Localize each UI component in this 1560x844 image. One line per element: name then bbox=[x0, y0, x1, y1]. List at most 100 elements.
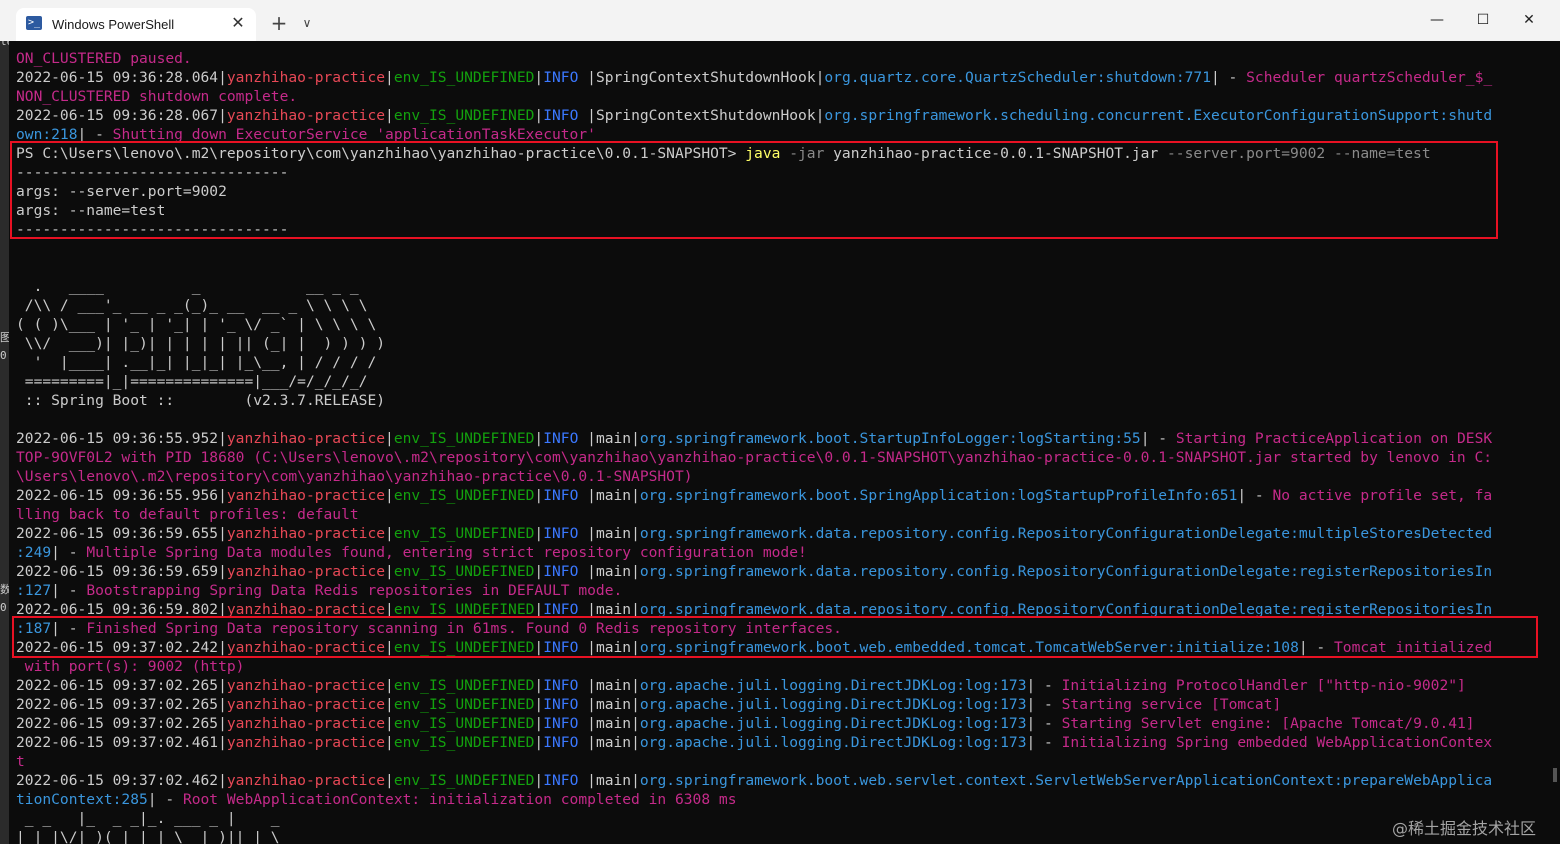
terminal-text: |main| bbox=[578, 525, 640, 542]
terminal-text: org.apache.juli.logging.DirectJDKLog:log… bbox=[639, 696, 1027, 713]
terminal-text: org.springframework.boot.StartupInfoLogg… bbox=[639, 430, 1141, 447]
terminal-text: | bbox=[385, 715, 394, 732]
terminal-text: Initializing Spring embedded WebApplicat… bbox=[1061, 734, 1493, 751]
terminal-text: env_IS_UNDEFINED bbox=[393, 69, 535, 86]
edge-text: 数 bbox=[0, 583, 9, 596]
terminal-line: 2022-06-15 09:37:02.462|yanzhihao-practi… bbox=[16, 771, 1536, 790]
terminal-text: yanzhihao-practice bbox=[226, 696, 386, 713]
terminal-text: |main| bbox=[578, 677, 640, 694]
edge-text: 图 bbox=[0, 331, 9, 344]
tab-windows-powershell[interactable]: >_ Windows PowerShell ✕ bbox=[16, 8, 256, 41]
terminal-line: 2022-06-15 09:37:02.461|yanzhihao-practi… bbox=[16, 733, 1536, 752]
terminal-text: 2022-06-15 09:36:28.064| bbox=[16, 69, 227, 86]
terminal-line: 2022-06-15 09:36:55.952|yanzhihao-practi… bbox=[16, 429, 1536, 448]
terminal-text: | bbox=[534, 696, 544, 713]
background-window-edge: le 图 0 数 0 bbox=[0, 41, 9, 844]
terminal-line: ON_CLUSTERED paused. bbox=[16, 49, 1536, 68]
terminal-text: INFO bbox=[543, 696, 579, 713]
terminal-text: | bbox=[385, 734, 394, 751]
terminal-text: | - bbox=[1026, 696, 1062, 713]
terminal-text: | bbox=[534, 734, 544, 751]
terminal-text: | bbox=[534, 715, 544, 732]
chevron-down-icon[interactable]: ∨ bbox=[298, 12, 316, 34]
new-tab-button[interactable]: + bbox=[268, 12, 290, 34]
edge-text: le bbox=[0, 41, 9, 48]
terminal-text: env_IS_UNDEFINED bbox=[393, 487, 535, 504]
terminal-text: org.quartz.core.QuartzScheduler:shutdown… bbox=[824, 69, 1211, 86]
terminal-line: /\\ / ___'_ __ _ _(_)_ __ __ _ \ \ \ \ bbox=[16, 296, 1536, 315]
terminal-line: 2022-06-15 09:36:28.064|yanzhihao-practi… bbox=[16, 68, 1536, 87]
terminal-text: INFO bbox=[543, 677, 579, 694]
terminal-text: yanzhihao-practice bbox=[226, 563, 386, 580]
terminal-line: TOP-9OVF0L2 with PID 18680 (C:\Users\len… bbox=[16, 448, 1536, 467]
terminal-text: | bbox=[534, 525, 544, 542]
terminal-text: env_IS_UNDEFINED bbox=[393, 563, 535, 580]
terminal-text: /\\ / ___'_ __ _ _(_)_ __ __ _ \ \ \ \ bbox=[16, 297, 368, 314]
terminal-text: |SpringContextShutdownHook| bbox=[578, 107, 825, 124]
terminal-line: =========|_|==============|___/=/_/_/_/ bbox=[16, 372, 1536, 391]
terminal-text: env_IS_UNDEFINED bbox=[393, 772, 535, 789]
right-edge bbox=[1551, 41, 1560, 844]
terminal-text: org.apache.juli.logging.DirectJDKLog:log… bbox=[639, 734, 1027, 751]
terminal-text: Starting PracticeApplication on DESK bbox=[1175, 430, 1493, 447]
terminal-text: INFO bbox=[543, 772, 579, 789]
terminal-text: \\/ ___)| |_)| | | | | || (_| | ) ) ) ) bbox=[16, 335, 386, 352]
scrollbar-thumb[interactable] bbox=[1553, 768, 1557, 782]
terminal-text: lling back to default profiles: default bbox=[16, 506, 359, 523]
terminal-text: INFO bbox=[543, 487, 579, 504]
terminal-line: ( ( )\___ | '_ | '_| | '_ \/ _` | \ \ \ … bbox=[16, 315, 1536, 334]
highlight-box-tomcat-port bbox=[12, 616, 1538, 658]
terminal-text: | bbox=[534, 677, 544, 694]
close-tab-icon[interactable]: ✕ bbox=[228, 13, 248, 33]
terminal-text: org.springframework.data.repository.conf… bbox=[639, 563, 1493, 580]
terminal-text: ON_CLUSTERED paused. bbox=[16, 50, 192, 67]
terminal-text: yanzhihao-practice bbox=[226, 734, 386, 751]
minimize-button[interactable]: — bbox=[1414, 0, 1460, 41]
terminal-text: org.springframework.data.repository.conf… bbox=[639, 525, 1493, 542]
terminal-text: | bbox=[385, 677, 394, 694]
terminal-text: | bbox=[385, 107, 394, 124]
terminal-text: env_IS_UNDEFINED bbox=[393, 430, 535, 447]
title-bar: >_ Windows PowerShell ✕ + ∨ — ☐ ✕ bbox=[0, 0, 1560, 41]
terminal-text: |main| bbox=[578, 696, 640, 713]
terminal-text: | bbox=[534, 487, 544, 504]
close-window-button[interactable]: ✕ bbox=[1506, 0, 1552, 41]
terminal-text: :: Spring Boot :: (v2.3.7.RELEASE) bbox=[16, 392, 386, 409]
terminal-text: INFO bbox=[543, 430, 579, 447]
terminal-line: tionContext:285| - Root WebApplicationCo… bbox=[16, 790, 1536, 809]
terminal-text: | bbox=[385, 563, 394, 580]
terminal-line: 2022-06-15 09:36:28.067|yanzhihao-practi… bbox=[16, 106, 1536, 125]
terminal-text: :127 bbox=[16, 582, 52, 599]
terminal-text: |main| bbox=[578, 772, 640, 789]
terminal-text: 2022-06-15 09:37:02.462| bbox=[16, 772, 227, 789]
terminal-text: | bbox=[534, 69, 544, 86]
terminal-text: | - bbox=[51, 582, 87, 599]
terminal-text: Multiple Spring Data modules found, ente… bbox=[86, 544, 807, 561]
terminal-text: tionContext:285 bbox=[16, 791, 148, 808]
terminal-text: env_IS_UNDEFINED bbox=[393, 525, 535, 542]
terminal-text: TOP-9OVF0L2 with PID 18680 (C:\Users\len… bbox=[16, 449, 1493, 466]
terminal-text: with port(s): 9002 (http) bbox=[16, 658, 245, 675]
terminal-text: | bbox=[385, 696, 394, 713]
terminal-text: org.apache.juli.logging.DirectJDKLog:log… bbox=[639, 715, 1027, 732]
highlight-box-command bbox=[10, 141, 1498, 239]
terminal-line: _ _ |_ _ _|_. ___ _ | _ bbox=[16, 809, 1536, 828]
terminal-text: env_IS_UNDEFINED bbox=[393, 677, 535, 694]
terminal-text: | bbox=[385, 487, 394, 504]
terminal-text: env_IS_UNDEFINED bbox=[393, 734, 535, 751]
terminal-line: NON_CLUSTERED shutdown complete. bbox=[16, 87, 1536, 106]
terminal-text: Bootstrapping Spring Data Redis reposito… bbox=[86, 582, 623, 599]
maximize-button[interactable]: ☐ bbox=[1460, 0, 1506, 41]
terminal-text: | bbox=[534, 430, 544, 447]
terminal-text: No active profile set, fa bbox=[1272, 487, 1493, 504]
terminal-text: yanzhihao-practice bbox=[226, 677, 386, 694]
terminal-text: . ____ _ __ _ _ bbox=[16, 278, 359, 295]
terminal-text: | bbox=[385, 525, 394, 542]
terminal-line: t bbox=[16, 752, 1536, 771]
terminal-text: Root WebApplicationContext: initializati… bbox=[182, 791, 737, 808]
terminal-text: NON_CLUSTERED shutdown complete. bbox=[16, 88, 298, 105]
terminal-text: |SpringContextShutdownHook| bbox=[578, 69, 825, 86]
terminal-text: \Users\lenovo\.m2\repository\com\yanzhih… bbox=[16, 468, 693, 485]
terminal-text: | bbox=[385, 430, 394, 447]
